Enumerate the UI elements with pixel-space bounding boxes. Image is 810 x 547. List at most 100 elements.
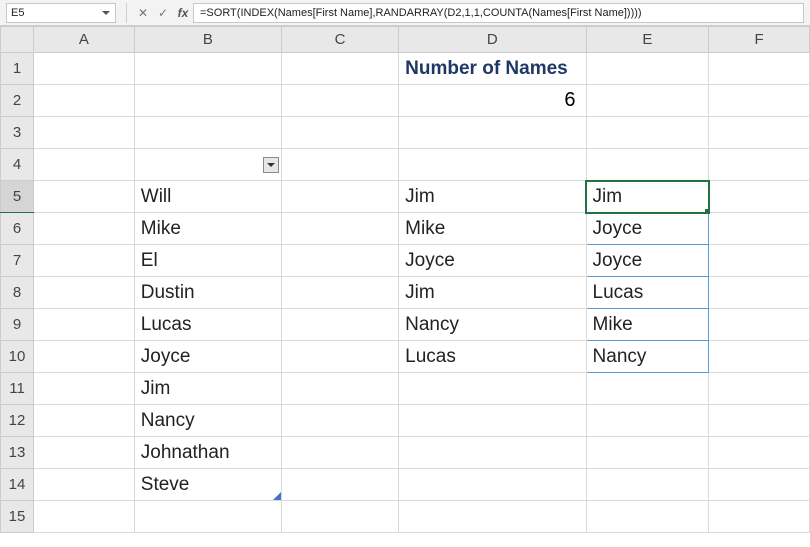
cell-B7[interactable]: El — [134, 245, 281, 277]
cell-A14[interactable] — [34, 469, 135, 501]
cell-F4[interactable] — [709, 149, 810, 181]
cell-E11[interactable] — [586, 373, 709, 405]
row-header-2[interactable]: 2 — [1, 85, 34, 117]
cell-D1[interactable]: Number of Names — [399, 53, 586, 85]
cell-C8[interactable] — [281, 277, 398, 309]
filter-dropdown-icon[interactable] — [263, 157, 279, 173]
cancel-button[interactable]: ✕ — [133, 3, 153, 23]
cell-F5[interactable] — [709, 181, 810, 213]
cell-A15[interactable] — [34, 501, 135, 533]
col-header-A[interactable]: A — [34, 27, 135, 53]
cell-F9[interactable] — [709, 309, 810, 341]
cell-E9[interactable]: Mike — [586, 309, 709, 341]
row-header-7[interactable]: 7 — [1, 245, 34, 277]
row-header-13[interactable]: 13 — [1, 437, 34, 469]
cell-A4[interactable] — [34, 149, 135, 181]
cell-C11[interactable] — [281, 373, 398, 405]
cell-D4[interactable]: Random List — [399, 149, 586, 181]
row-header-10[interactable]: 10 — [1, 341, 34, 373]
cell-A6[interactable] — [34, 213, 135, 245]
cell-E3[interactable] — [586, 117, 709, 149]
cell-F6[interactable] — [709, 213, 810, 245]
cell-C1[interactable] — [281, 53, 398, 85]
row-header-11[interactable]: 11 — [1, 373, 34, 405]
grid[interactable]: A B C D E F 1 Number of Names 2 — [0, 26, 810, 533]
cell-D12[interactable] — [399, 405, 586, 437]
cell-E15[interactable] — [586, 501, 709, 533]
cell-B15[interactable] — [134, 501, 281, 533]
cell-E7[interactable]: Joyce — [586, 245, 709, 277]
cell-A7[interactable] — [34, 245, 135, 277]
cell-F8[interactable] — [709, 277, 810, 309]
cell-D9[interactable]: Nancy — [399, 309, 586, 341]
cell-C13[interactable] — [281, 437, 398, 469]
cell-C5[interactable] — [281, 181, 398, 213]
cell-F7[interactable] — [709, 245, 810, 277]
cell-E6[interactable]: Joyce — [586, 213, 709, 245]
row-header-5[interactable]: 5 — [1, 181, 34, 213]
cell-C10[interactable] — [281, 341, 398, 373]
cell-A13[interactable] — [34, 437, 135, 469]
cell-A11[interactable] — [34, 373, 135, 405]
formula-input[interactable]: =SORT(INDEX(Names[First Name],RANDARRAY(… — [193, 3, 804, 23]
cell-A5[interactable] — [34, 181, 135, 213]
row-header-9[interactable]: 9 — [1, 309, 34, 341]
cell-B11[interactable]: Jim — [134, 373, 281, 405]
cell-C6[interactable] — [281, 213, 398, 245]
cell-B10[interactable]: Joyce — [134, 341, 281, 373]
cell-B1[interactable] — [134, 53, 281, 85]
cell-E12[interactable] — [586, 405, 709, 437]
cell-C15[interactable] — [281, 501, 398, 533]
cell-D6[interactable]: Mike — [399, 213, 586, 245]
cell-D8[interactable]: Jim — [399, 277, 586, 309]
row-header-15[interactable]: 15 — [1, 501, 34, 533]
cell-F15[interactable] — [709, 501, 810, 533]
cell-B5[interactable]: Will — [134, 181, 281, 213]
cell-E2[interactable] — [586, 85, 709, 117]
cell-F1[interactable] — [709, 53, 810, 85]
cell-D2[interactable]: 6 — [399, 85, 586, 117]
cell-F2[interactable] — [709, 85, 810, 117]
cell-E5[interactable]: Jim — [586, 181, 709, 213]
col-header-D[interactable]: D — [399, 27, 586, 53]
cell-A1[interactable] — [34, 53, 135, 85]
cell-D5[interactable]: Jim — [399, 181, 586, 213]
cell-F13[interactable] — [709, 437, 810, 469]
cell-B9[interactable]: Lucas — [134, 309, 281, 341]
select-all-corner[interactable] — [1, 27, 34, 53]
cell-B6[interactable]: Mike — [134, 213, 281, 245]
cell-E1[interactable] — [586, 53, 709, 85]
row-header-8[interactable]: 8 — [1, 277, 34, 309]
cell-C3[interactable] — [281, 117, 398, 149]
cell-A12[interactable] — [34, 405, 135, 437]
cell-C2[interactable] — [281, 85, 398, 117]
cell-E8[interactable]: Lucas — [586, 277, 709, 309]
row-header-4[interactable]: 4 — [1, 149, 34, 181]
cell-D13[interactable] — [399, 437, 586, 469]
row-header-6[interactable]: 6 — [1, 213, 34, 245]
col-header-F[interactable]: F — [709, 27, 810, 53]
cell-D15[interactable] — [399, 501, 586, 533]
cell-D10[interactable]: Lucas — [399, 341, 586, 373]
cell-E10[interactable]: Nancy — [586, 341, 709, 373]
cell-D14[interactable] — [399, 469, 586, 501]
row-header-14[interactable]: 14 — [1, 469, 34, 501]
cell-B4[interactable]: First Name — [134, 149, 281, 181]
cell-A8[interactable] — [34, 277, 135, 309]
name-box-dropdown-icon[interactable] — [99, 6, 113, 20]
cell-E13[interactable] — [586, 437, 709, 469]
cell-D3[interactable] — [399, 117, 586, 149]
cell-A3[interactable] — [34, 117, 135, 149]
cell-C9[interactable] — [281, 309, 398, 341]
cell-F10[interactable] — [709, 341, 810, 373]
cell-F14[interactable] — [709, 469, 810, 501]
accept-button[interactable]: ✓ — [153, 3, 173, 23]
cell-B14[interactable]: Steve — [134, 469, 281, 501]
cell-F3[interactable] — [709, 117, 810, 149]
fx-button[interactable]: fx — [173, 3, 193, 23]
cell-F11[interactable] — [709, 373, 810, 405]
cell-C4[interactable] — [281, 149, 398, 181]
cell-B12[interactable]: Nancy — [134, 405, 281, 437]
cell-E4[interactable]: Sorted List — [586, 149, 709, 181]
cell-A2[interactable] — [34, 85, 135, 117]
